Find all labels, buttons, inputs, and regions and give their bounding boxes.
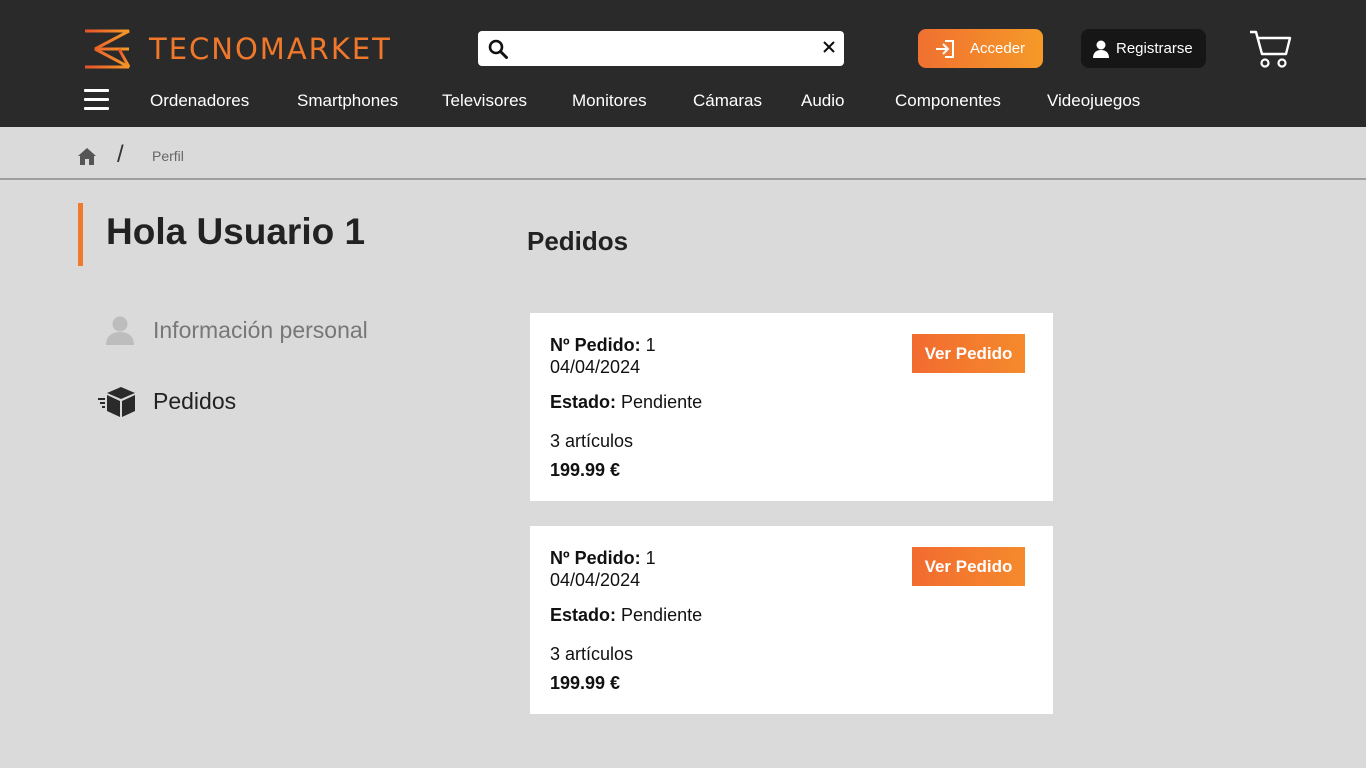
view-order-button[interactable]: Ver Pedido [912,547,1025,586]
cart-icon[interactable] [1248,28,1292,70]
register-label: Registrarse [1116,40,1193,57]
nav-item-monitores[interactable]: Monitores [572,91,647,111]
box-icon [98,387,135,417]
order-number: Nº Pedido: 1 [550,335,656,355]
login-icon [936,39,954,58]
brand-name: TECNOMARKET [149,32,392,66]
user-icon [1093,40,1109,58]
login-label: Acceder [970,40,1026,57]
nav-item-smartphones[interactable]: Smartphones [297,91,398,111]
search-bar [478,31,844,66]
greeting-accent-bar [78,203,83,266]
site-header: TECNOMARKET Acceder Registrarse Ordenado… [0,0,1366,127]
order-card: Nº Pedido: 1 04/04/2024 Estado: Pendient… [530,526,1053,714]
user-icon [106,316,134,345]
nav-item-camaras[interactable]: Cámaras [693,91,762,111]
view-order-button[interactable]: Ver Pedido [912,334,1025,373]
order-items-count: 3 artículos [550,644,634,664]
menu-icon[interactable] [84,89,110,113]
sidebar-item-label: Información personal [153,316,368,343]
nav-item-videojuegos[interactable]: Videojuegos [1047,91,1140,111]
breadcrumb-current: Perfil [152,148,184,164]
order-date: 04/04/2024 [550,357,641,377]
order-number: Nº Pedido: 1 [550,548,656,568]
nav-item-televisores[interactable]: Televisores [442,91,527,111]
order-card: Nº Pedido: 1 04/04/2024 Estado: Pendient… [530,313,1053,501]
order-date: 04/04/2024 [550,570,641,590]
order-status: Estado: Pendiente [550,605,703,625]
breadcrumb: / Perfil [0,127,1366,180]
order-items-count: 3 artículos [550,431,634,451]
logo-icon [79,29,135,69]
home-icon[interactable] [77,146,97,166]
breadcrumb-separator: / [117,141,124,168]
logo[interactable]: TECNOMARKET [77,28,392,70]
nav-item-ordenadores[interactable]: Ordenadores [150,91,249,111]
order-price: 199.99 € [550,460,621,480]
section-title: Pedidos [527,226,629,256]
nav-item-componentes[interactable]: Componentes [895,91,1001,111]
greeting-title: Hola Usuario 1 [106,211,366,252]
sidebar-item-label: Pedidos [153,387,237,414]
order-status: Estado: Pendiente [550,392,703,412]
search-input[interactable] [518,35,808,62]
register-button[interactable]: Registrarse [1081,29,1206,68]
order-price: 199.99 € [550,673,621,693]
sidebar-item-personal-info[interactable]: Información personal [104,314,368,346]
login-button[interactable]: Acceder [918,29,1043,68]
sidebar-item-orders[interactable]: Pedidos [97,384,236,418]
nav-item-audio[interactable]: Audio [801,91,844,111]
search-icon[interactable] [488,39,508,59]
close-icon[interactable] [822,40,836,54]
